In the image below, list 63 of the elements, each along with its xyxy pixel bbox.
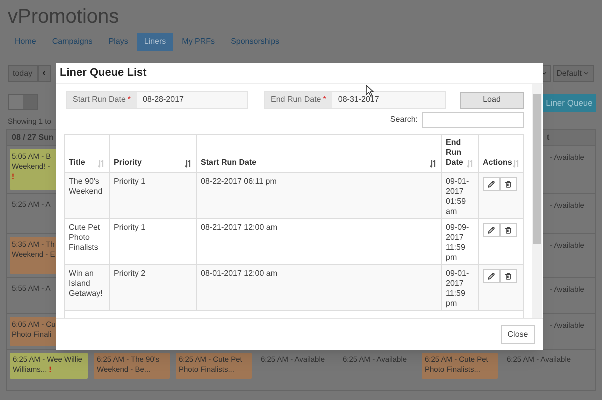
today-button[interactable]: today xyxy=(8,65,38,82)
trash-icon xyxy=(505,226,512,234)
field-value: 08-28-2017 xyxy=(137,92,247,108)
app-title: vPromotions xyxy=(8,5,120,30)
column-header[interactable]: End Run Date xyxy=(442,135,479,172)
table-cell: 09-01-2017 01:59 am xyxy=(446,177,470,216)
pencil-icon xyxy=(488,180,495,188)
table-cell: Win an Island Getaway! xyxy=(69,269,103,298)
field-label: Start Run Date * xyxy=(67,92,138,108)
sort-icon[interactable] xyxy=(185,160,192,168)
day-header: 08 / 27 Sun xyxy=(11,132,54,144)
load-button[interactable]: Load xyxy=(460,92,524,108)
modal-title: Liner Queue List xyxy=(60,66,147,81)
edit-button[interactable] xyxy=(483,223,500,237)
table-cell: Priority 1 xyxy=(114,223,146,232)
delete-button[interactable] xyxy=(500,177,517,191)
trash-icon xyxy=(505,180,512,188)
view-toggle[interactable] xyxy=(8,94,38,110)
delete-button[interactable] xyxy=(500,223,517,237)
column-header[interactable]: Start Run Date xyxy=(197,135,442,172)
caret-icon xyxy=(583,70,590,77)
liner-queue-button[interactable]: Liner Queue xyxy=(543,94,596,112)
table-cell: 08-21-2017 12:00 am xyxy=(201,223,278,232)
search-field[interactable] xyxy=(422,112,524,128)
edit-button[interactable] xyxy=(483,177,500,191)
required-mark: * xyxy=(323,94,326,106)
column-header[interactable]: Priority xyxy=(110,135,197,172)
column-header[interactable]: Title xyxy=(65,135,110,172)
required-mark: * xyxy=(128,94,132,106)
day-header: t xyxy=(546,132,550,144)
table-cell: 09-01-2017 11:59 pm xyxy=(446,269,470,308)
table-cell: Priority 1 xyxy=(114,177,146,186)
nav-tab[interactable]: Liners xyxy=(137,33,174,51)
search-label: Search: xyxy=(390,114,418,126)
field-label: End Run Date * xyxy=(265,92,332,108)
table-cell: 09-09-2017 11:59 pm xyxy=(446,223,470,262)
scrollbar-thumb[interactable] xyxy=(533,94,541,244)
nav-tab[interactable]: Plays xyxy=(102,33,136,51)
scrollbar[interactable] xyxy=(532,84,542,318)
date-field[interactable]: Start Run Date * 08-28-2017 xyxy=(66,91,248,109)
nav-tab[interactable]: Sponsorships xyxy=(224,33,287,51)
table-cell: 08-22-2017 06:11 pm xyxy=(201,177,277,186)
pencil-icon xyxy=(488,272,495,280)
column-header[interactable]: Actions xyxy=(479,135,524,172)
caret-icon xyxy=(540,70,548,77)
pencil-icon xyxy=(488,226,495,234)
prev-button[interactable]: ‹ xyxy=(38,65,51,82)
trash-icon xyxy=(505,272,512,280)
date-field[interactable]: End Run Date * 08-31-2017 xyxy=(264,91,446,109)
default-dropdown[interactable]: Default xyxy=(552,65,594,82)
close-button[interactable]: Close xyxy=(501,325,535,344)
table-cell: Cute Pet Photo Finalists xyxy=(69,223,100,252)
nav-tab[interactable]: My PRFs xyxy=(175,33,222,51)
edit-button[interactable] xyxy=(483,269,500,283)
field-value: 08-31-2017 xyxy=(332,92,445,108)
nav-tab[interactable]: Campaigns xyxy=(45,33,100,51)
sort-icon[interactable] xyxy=(430,160,437,168)
nav-tab[interactable]: Home xyxy=(8,33,44,51)
cursor-icon xyxy=(366,85,374,97)
table-cell: The 90's Weekend xyxy=(69,177,103,196)
delete-button[interactable] xyxy=(500,269,517,283)
table-cell: Priority 2 xyxy=(114,269,146,278)
table-cell: 08-01-2017 12:00 am xyxy=(201,269,278,278)
